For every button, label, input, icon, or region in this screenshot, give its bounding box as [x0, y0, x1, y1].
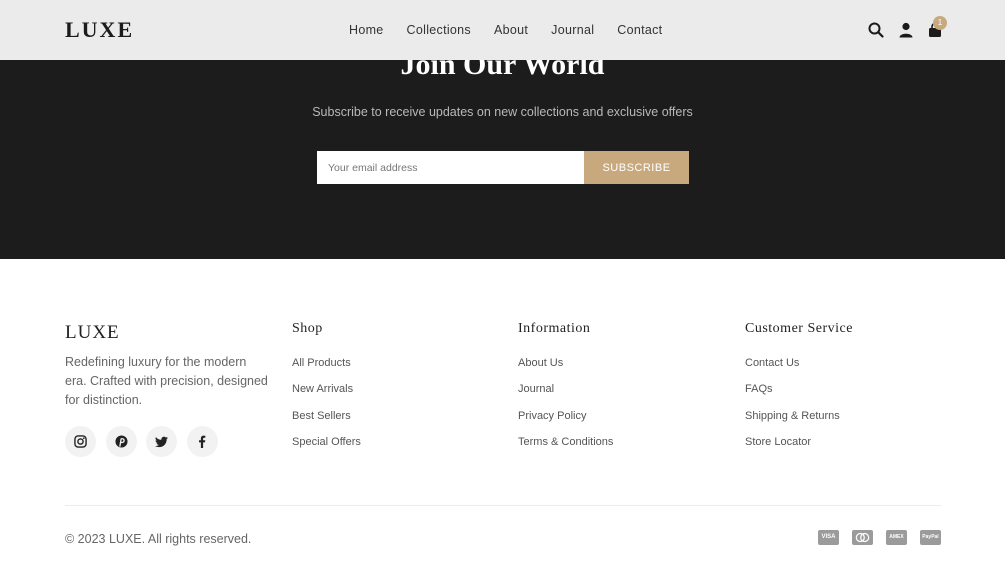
twitter-icon[interactable] — [146, 426, 177, 457]
instagram-icon[interactable] — [65, 426, 96, 457]
nav-contact[interactable]: Contact — [617, 23, 662, 37]
footer-link-terms[interactable]: Terms & Conditions — [518, 436, 613, 462]
facebook-icon[interactable] — [186, 426, 218, 457]
footer-column-title: Customer Service — [745, 321, 853, 336]
site-logo[interactable]: LUXE — [65, 17, 134, 43]
cart-count-badge: 1 — [933, 16, 947, 30]
site-header: LUXE Home Collections About Journal Cont… — [0, 0, 1005, 60]
nav-home[interactable]: Home — [349, 23, 384, 37]
footer-column-customer-service: Customer Service Contact Us FAQs Shippin… — [745, 321, 853, 463]
payment-methods: VISA AMEX PayPal — [818, 530, 941, 545]
site-footer: LUXE Redefining luxury for the modern er… — [0, 259, 1005, 572]
footer-link-new-arrivals[interactable]: New Arrivals — [292, 383, 361, 409]
main-nav: Home Collections About Journal Contact — [349, 23, 685, 37]
footer-column-title: Information — [518, 321, 591, 336]
social-links — [65, 426, 227, 457]
email-input[interactable] — [317, 151, 584, 184]
footer-link-special-offers[interactable]: Special Offers — [292, 436, 361, 462]
footer-divider — [65, 505, 941, 506]
search-icon[interactable] — [868, 22, 884, 38]
nav-about[interactable]: About — [494, 23, 528, 37]
footer-link-privacy-policy[interactable]: Privacy Policy — [518, 410, 613, 436]
newsletter-title: Join Our World — [400, 60, 605, 81]
user-icon[interactable] — [898, 22, 914, 38]
footer-description: Redefining luxury for the modern era. Cr… — [65, 355, 268, 407]
nav-journal[interactable]: Journal — [551, 23, 594, 37]
footer-link-all-products[interactable]: All Products — [292, 357, 361, 383]
nav-collections[interactable]: Collections — [407, 23, 471, 37]
newsletter-subtitle: Subscribe to receive updates on new coll… — [312, 105, 693, 119]
footer-logo: LUXE — [65, 322, 120, 343]
footer-link-contact-us[interactable]: Contact Us — [745, 357, 853, 383]
footer-link-shipping-returns[interactable]: Shipping & Returns — [745, 410, 853, 436]
footer-link-about-us[interactable]: About Us — [518, 357, 613, 383]
footer-link-best-sellers[interactable]: Best Sellers — [292, 410, 361, 436]
amex-icon: AMEX — [886, 530, 907, 545]
mastercard-icon — [852, 530, 873, 545]
footer-column-title: Shop — [292, 321, 323, 336]
footer-column-information: Information About Us Journal Privacy Pol… — [518, 321, 613, 463]
subscribe-button[interactable]: SUBSCRIBE — [584, 151, 689, 184]
pinterest-icon[interactable] — [105, 426, 137, 457]
footer-link-faqs[interactable]: FAQs — [745, 383, 853, 409]
newsletter-section: Join Our World Subscribe to receive upda… — [0, 60, 1005, 259]
paypal-icon: PayPal — [920, 530, 941, 545]
footer-link-store-locator[interactable]: Store Locator — [745, 436, 853, 462]
visa-icon: VISA — [818, 530, 839, 545]
copyright-text: © 2023 LUXE. All rights reserved. — [65, 532, 252, 546]
footer-link-journal[interactable]: Journal — [518, 383, 613, 409]
footer-column-shop: Shop All Products New Arrivals Best Sell… — [292, 321, 361, 463]
